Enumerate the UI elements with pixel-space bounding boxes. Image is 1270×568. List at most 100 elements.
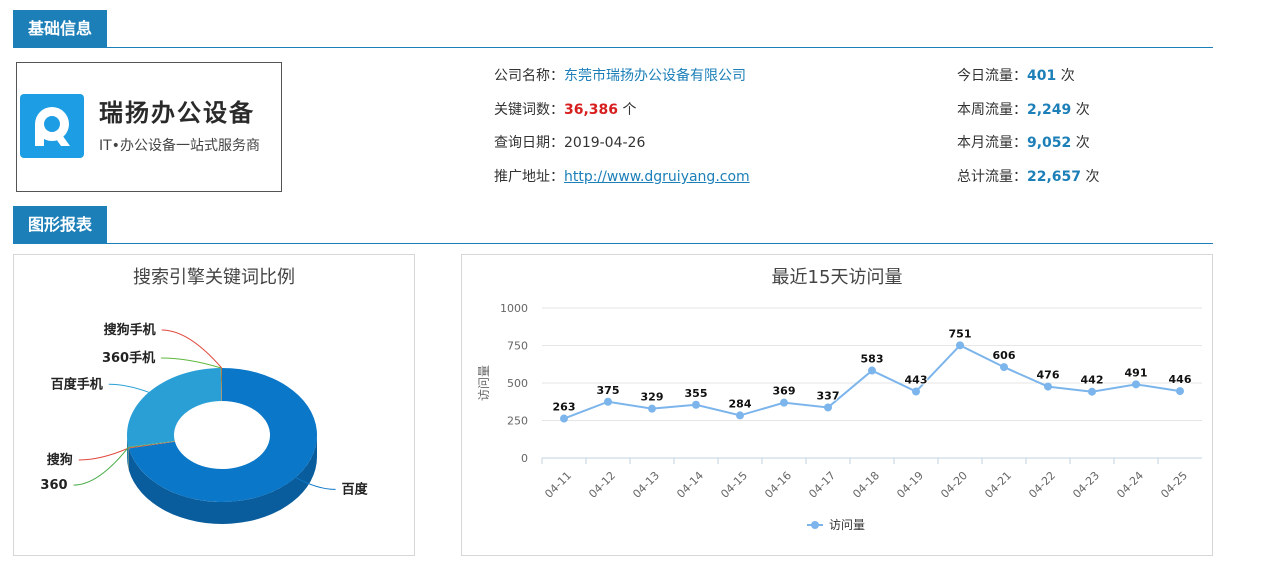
pie-connector-搜狗手机: [161, 329, 223, 369]
x-tick-label: 04-18: [850, 469, 882, 501]
traffic-total-unit: 次: [1085, 169, 1100, 185]
pie-connector-百度手机: [108, 383, 149, 393]
x-tick-label: 04-14: [674, 469, 706, 501]
y-tick-label: 250: [507, 415, 528, 428]
line-legend[interactable]: 访问量: [807, 518, 865, 532]
company-name-label: 公司名称：: [494, 68, 564, 84]
company-logo: 瑞扬办公设备 IT•办公设备一站式服务商: [16, 62, 282, 192]
traffic-total-value: 22,657: [1027, 169, 1082, 185]
charts-section-header: 图形报表: [13, 206, 1213, 244]
data-point[interactable]: [604, 397, 612, 406]
data-point[interactable]: [868, 366, 876, 375]
data-point[interactable]: [912, 387, 920, 396]
basic-info-title: 基础信息: [13, 10, 108, 47]
pie-slices: [126, 368, 317, 502]
data-label: 446: [1169, 373, 1192, 386]
y-axis-label: 访问量: [477, 365, 491, 401]
x-tick-label: 04-20: [938, 469, 970, 501]
logo-slogan: IT•办公设备一站式服务商: [99, 138, 260, 154]
x-tick-label: 04-17: [806, 469, 838, 501]
line-chart: 02505007501000访问量04-11 04-12 04-13 04-14 04-…: [477, 302, 1202, 532]
query-date-label: 查询日期：: [494, 135, 564, 151]
query-date-value: 2019-04-26: [564, 135, 646, 151]
company-name-value[interactable]: 东莞市瑞扬办公设备有限公司: [564, 68, 746, 84]
charts-section-title: 图形报表: [13, 206, 108, 243]
traffic-month-unit: 次: [1075, 135, 1090, 151]
data-point[interactable]: [692, 400, 700, 409]
x-tick-label: 04-21: [982, 469, 1014, 501]
traffic-today-value: 401: [1027, 68, 1057, 84]
x-tick-label: 04-24: [1114, 469, 1146, 501]
pie-label-百度: 百度: [342, 481, 369, 497]
keyword-count-value: 36,386: [564, 102, 619, 118]
data-label: 476: [1037, 369, 1060, 382]
pie-slice-百度手机[interactable]: [126, 368, 222, 447]
traffic-week-row: 本周流量：2,249 次: [957, 100, 1090, 120]
x-tick-label: 04-15: [718, 469, 750, 501]
data-label: 329: [641, 391, 664, 404]
data-point[interactable]: [560, 414, 568, 423]
traffic-week-value: 2,249: [1027, 102, 1072, 118]
data-point[interactable]: [824, 403, 832, 412]
logo-company-name: 瑞扬办公设备: [99, 99, 255, 127]
data-point[interactable]: [1000, 363, 1008, 372]
data-label: 375: [597, 384, 620, 397]
pie-connector-搜狗: [78, 447, 129, 461]
keyword-count-row: 关键词数：36,386 个: [494, 100, 636, 120]
pie-label-360手机: 360手机: [102, 350, 155, 366]
x-tick-label: 04-12: [586, 469, 618, 501]
data-label: 751: [949, 327, 972, 340]
basic-info-section-header: 基础信息: [13, 10, 1213, 48]
line-chart-panel: 最近15天访问量 0 250 500 750 1000 访问量 04-11 04-12 04-1…: [461, 254, 1213, 556]
traffic-month-row: 本月流量：9,052 次: [957, 133, 1090, 153]
traffic-week-label: 本周流量：: [957, 102, 1027, 118]
data-label: 337: [817, 389, 840, 402]
company-name-row: 公司名称：东莞市瑞扬办公设备有限公司: [494, 66, 746, 86]
traffic-month-value: 9,052: [1027, 135, 1072, 151]
keyword-count-unit: 个: [622, 102, 637, 118]
x-tick-label: 04-13: [630, 469, 662, 501]
pie-label-百度手机: 百度手机: [51, 376, 103, 392]
pie-chart-panel: 搜索引擎关键词比例 百度 搜狗 360 百度手机 360手机 搜狗手机: [13, 254, 415, 556]
legend-marker: [811, 521, 819, 529]
promo-url-label: 推广地址：: [494, 169, 564, 185]
data-label: 606: [993, 349, 1016, 362]
data-label: 263: [553, 401, 576, 414]
data-point[interactable]: [1044, 382, 1052, 391]
x-tick-label: 04-19: [894, 469, 926, 501]
promo-url-link[interactable]: http://www.dgruiyang.com: [564, 169, 750, 185]
pie-label-搜狗手机: 搜狗手机: [104, 322, 156, 338]
data-label: 442: [1081, 374, 1104, 387]
promo-url-row: 推广地址：http://www.dgruiyang.com: [494, 167, 750, 187]
data-point[interactable]: [1132, 380, 1140, 389]
pie-label-360: 360: [40, 478, 67, 493]
data-point[interactable]: [736, 411, 744, 420]
x-tick-label: 04-22: [1026, 469, 1058, 501]
data-point[interactable]: [956, 341, 964, 350]
x-tick-label: 04-23: [1070, 469, 1102, 501]
traffic-total-row: 总计流量：22,657 次: [957, 167, 1099, 187]
series-points: 263 375 329 355 284 369 337 583 443 751 606 476 442 4…: [552, 326, 1193, 423]
y-tick-label: 1000: [500, 302, 528, 315]
x-tick-label: 04-11: [542, 469, 574, 501]
data-label: 491: [1125, 366, 1148, 379]
data-point[interactable]: [780, 398, 788, 407]
traffic-week-unit: 次: [1075, 102, 1090, 118]
keyword-count-label: 关键词数：: [494, 102, 564, 118]
y-tick-label: 0: [521, 452, 528, 465]
query-date-row: 查询日期：2019-04-26: [494, 133, 645, 153]
x-axis: 04-11 04-12 04-13 04-14 04-15 04-16 04-17 04-18…: [541, 458, 1190, 501]
x-tick-label: 04-16: [762, 469, 794, 501]
pie-connector-360: [73, 446, 129, 486]
data-point[interactable]: [1088, 387, 1096, 396]
data-point[interactable]: [648, 404, 656, 413]
traffic-today-unit: 次: [1060, 68, 1075, 84]
data-point[interactable]: [1176, 387, 1184, 396]
data-label: 443: [905, 374, 928, 387]
traffic-total-label: 总计流量：: [957, 169, 1027, 185]
data-label: 583: [861, 353, 884, 366]
legend-label: 访问量: [829, 518, 865, 532]
data-label: 355: [685, 387, 708, 400]
ruiyang-logo-icon: [20, 94, 84, 158]
data-label: 369: [773, 385, 796, 398]
